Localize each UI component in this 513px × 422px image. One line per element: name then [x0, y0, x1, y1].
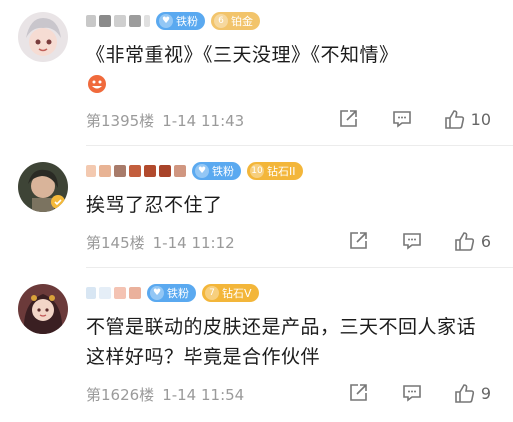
floor-number: 第1395楼 — [86, 112, 155, 130]
comment-meta: 第1626楼 1-14 11:54 — [86, 384, 244, 405]
fan-icon: ♥ — [159, 14, 173, 28]
comment-meta: 第145楼 1-14 11:12 — [86, 232, 235, 253]
comment-text: 《非常重视》《三天没理》《不知情》 — [86, 44, 399, 66]
timestamp: 1-14 11:12 — [152, 234, 235, 252]
comment-text: 挨骂了忍不住了 — [86, 194, 223, 216]
share-icon[interactable] — [345, 380, 371, 406]
username-row: ♥ 铁粉 7 钻石V — [86, 282, 259, 304]
comment-text: 不管是联动的皮肤还是产品，三天不回人家话这样好吗？毕竟是合作伙伴 — [86, 316, 477, 368]
fan-badge[interactable]: ♥ 铁粉 — [192, 162, 241, 180]
level-icon: 10 — [250, 164, 264, 178]
username-row: ♥ 铁粉 10 钻石II — [86, 160, 303, 182]
like-button[interactable]: 6 — [453, 230, 491, 252]
floor-number: 第1626楼 — [86, 386, 155, 404]
level-icon: 6 — [214, 14, 228, 28]
comment-icon[interactable] — [399, 380, 425, 406]
like-button[interactable]: 10 — [443, 108, 491, 130]
fan-badge[interactable]: ♥ 铁粉 — [147, 284, 196, 302]
fan-icon: ♥ — [150, 286, 164, 300]
divider — [86, 145, 513, 146]
fan-badge[interactable]: ♥ 铁粉 — [156, 12, 205, 30]
fan-icon: ♥ — [195, 164, 209, 178]
username-redacted[interactable] — [86, 164, 186, 178]
timestamp: 1-14 11:54 — [162, 386, 245, 404]
thumb-up-icon — [455, 384, 474, 403]
username-redacted[interactable] — [86, 14, 150, 28]
share-icon[interactable] — [335, 106, 361, 132]
thumb-up-icon — [444, 110, 464, 129]
comment-icon[interactable] — [399, 228, 425, 254]
divider — [86, 267, 513, 268]
level-badge[interactable]: 6 铂金 — [211, 12, 260, 30]
avatar[interactable] — [18, 12, 68, 62]
like-count: 9 — [480, 383, 491, 403]
comment-actions: 6 — [317, 228, 491, 254]
comment-icon[interactable] — [389, 106, 415, 132]
floor-number: 第145楼 — [86, 234, 145, 252]
like-count: 6 — [480, 231, 491, 251]
level-badge[interactable]: 10 钻石II — [247, 162, 303, 180]
like-button[interactable]: 9 — [453, 382, 491, 404]
smile-emoji — [88, 75, 106, 93]
avatar[interactable] — [18, 162, 68, 212]
comment-meta: 第1395楼 1-14 11:43 — [86, 110, 244, 131]
comment-actions: 10 — [307, 106, 491, 132]
username-row: ♥ 铁粉 6 铂金 — [86, 10, 260, 32]
username-redacted[interactable] — [86, 286, 141, 300]
like-count: 10 — [470, 109, 491, 129]
share-icon[interactable] — [345, 228, 371, 254]
level-badge[interactable]: 7 钻石V — [202, 284, 259, 302]
level-icon: 7 — [205, 286, 219, 300]
timestamp: 1-14 11:43 — [162, 112, 245, 130]
thumb-up-icon — [455, 232, 474, 251]
avatar[interactable] — [18, 284, 68, 334]
comment-actions: 9 — [317, 380, 491, 406]
